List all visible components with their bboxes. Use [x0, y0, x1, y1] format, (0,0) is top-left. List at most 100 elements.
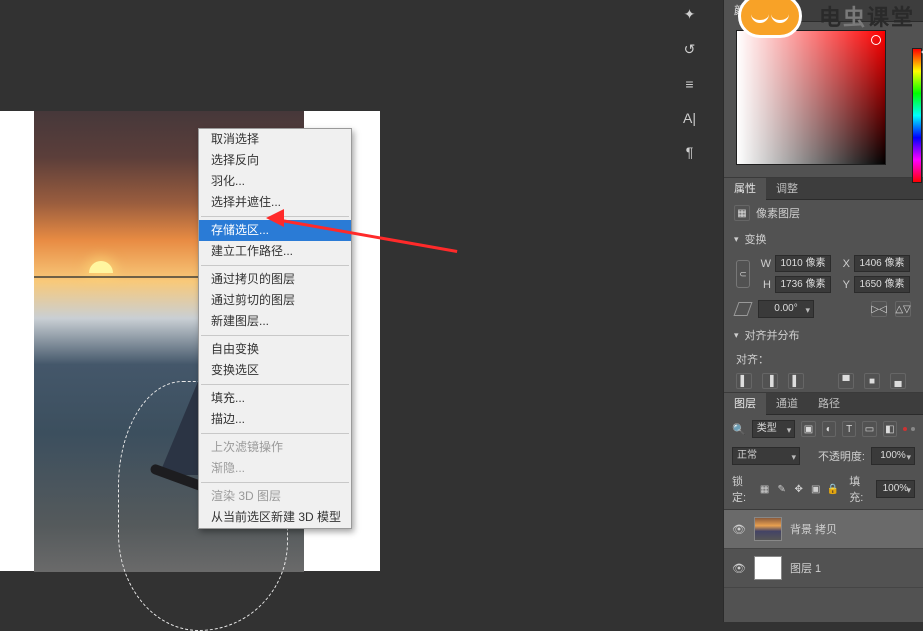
fill-label: 填充: — [849, 473, 871, 505]
menu-save-selection[interactable]: 存储选区... — [199, 220, 351, 241]
color-picker-field[interactable] — [736, 30, 886, 165]
filter-smart-icon[interactable]: ◧ — [883, 421, 897, 437]
pixel-layer-heading: ▦ 像素图层 — [724, 200, 923, 226]
h-label: H — [756, 279, 771, 291]
menu-new-layer[interactable]: 新建图层... — [199, 311, 351, 332]
lock-position-icon[interactable]: ✥ — [793, 482, 805, 496]
align-label: 对齐并分布 — [745, 327, 800, 343]
picker-cursor — [871, 35, 881, 45]
collapsed-panel-rail[interactable]: ✦ ↺ ≡ A| ¶ — [681, 0, 698, 140]
filter-text-icon[interactable]: T — [842, 421, 856, 437]
filter-shape-icon[interactable]: ▭ — [862, 421, 876, 437]
fill-input[interactable]: 100% — [876, 480, 915, 498]
blend-mode-select[interactable]: 正常 — [732, 447, 800, 465]
menu-deselect[interactable]: 取消选择 — [199, 129, 351, 150]
width-input[interactable]: 1010 像素 — [775, 255, 831, 272]
lock-all-icon[interactable]: 🔒 — [827, 482, 839, 496]
layer-thumbnail[interactable] — [754, 556, 782, 580]
lock-label: 锁定: — [732, 473, 754, 505]
chevron-down-icon: ▾ — [734, 234, 739, 245]
properties-panel-tabs: 属性 调整 — [724, 178, 923, 200]
chevron-down-icon: ▾ — [734, 330, 739, 341]
filter-adjust-icon[interactable]: ◐ — [822, 421, 836, 437]
filter-image-icon[interactable]: ▣ — [801, 421, 815, 437]
right-panels: 电虫课堂 颜色 板 属性 调整 ▦ 像素图层 ▾ 变换 ⊂ W 1010 像 — [723, 0, 923, 622]
angle-icon — [733, 302, 752, 316]
opacity-label: 不透明度: — [818, 448, 865, 464]
menu-render-3d: 渲染 3D 图层 — [199, 486, 351, 507]
transform-label: 变换 — [745, 231, 767, 247]
menu-feather[interactable]: 羽化... — [199, 171, 351, 192]
menu-layer-via-copy[interactable]: 通过拷贝的图层 — [199, 269, 351, 290]
layers-panel-tabs: 图层 通道 路径 — [724, 393, 923, 415]
menu-separator — [201, 482, 349, 483]
link-wh-icon[interactable]: ⊂ — [736, 260, 750, 288]
align-left-icon[interactable]: ▌ — [736, 373, 752, 389]
menu-layer-via-cut[interactable]: 通过剪切的图层 — [199, 290, 351, 311]
w-label: W — [756, 258, 771, 270]
text-icon[interactable]: A| — [683, 110, 696, 126]
flip-vertical-icon[interactable]: △▽ — [895, 301, 911, 317]
menu-separator — [201, 384, 349, 385]
history-icon[interactable]: ↺ — [684, 41, 696, 58]
menu-separator — [201, 433, 349, 434]
menu-inverse[interactable]: 选择反向 — [199, 150, 351, 171]
y-input[interactable]: 1650 像素 — [854, 276, 910, 293]
lock-pixels-icon[interactable]: ✎ — [776, 482, 788, 496]
align-top-icon[interactable]: ▀ — [838, 373, 854, 389]
layer-row-layer1[interactable]: 👁 图层 1 — [724, 549, 923, 588]
align-vcenter-icon[interactable]: ■ — [864, 373, 880, 389]
angle-input[interactable]: 0.00° — [758, 300, 814, 318]
hue-slider[interactable] — [912, 48, 922, 183]
layer-name[interactable]: 图层 1 — [790, 560, 821, 576]
lock-transparent-icon[interactable]: ▦ — [759, 482, 771, 496]
height-input[interactable]: 1736 像素 — [775, 276, 831, 293]
pixel-layer-label: 像素图层 — [756, 205, 800, 221]
pixel-layer-icon: ▦ — [734, 205, 750, 221]
paragraph-icon[interactable]: ¶ — [686, 144, 694, 160]
align-bottom-icon[interactable]: ▄ — [890, 373, 906, 389]
menu-transform-selection[interactable]: 变换选区 — [199, 360, 351, 381]
canvas-area[interactable]: 取消选择 选择反向 羽化... 选择并遮住... 存储选区... 建立工作路径.… — [0, 0, 681, 622]
layer-filter-type[interactable]: 类型 — [752, 420, 796, 438]
visibility-eye-icon[interactable]: 👁 — [732, 562, 746, 575]
menu-fill[interactable]: 填充... — [199, 388, 351, 409]
menu-new-3d-from-selection[interactable]: 从当前选区新建 3D 模型 — [199, 507, 351, 528]
search-icon[interactable]: 🔍 — [732, 423, 746, 436]
menu-stroke[interactable]: 描边... — [199, 409, 351, 430]
tab-adjustments[interactable]: 调整 — [766, 178, 808, 200]
brush-preset-icon[interactable]: ✦ — [684, 6, 696, 23]
align-right-icon[interactable]: ▌ — [788, 373, 804, 389]
menu-make-work-path[interactable]: 建立工作路径... — [199, 241, 351, 262]
filter-toggle[interactable] — [903, 427, 915, 431]
transform-section[interactable]: ▾ 变换 — [724, 226, 923, 252]
tab-paths[interactable]: 路径 — [808, 393, 850, 415]
menu-free-transform[interactable]: 自由变换 — [199, 339, 351, 360]
visibility-eye-icon[interactable]: 👁 — [732, 523, 746, 536]
menu-fade: 渐隐... — [199, 458, 351, 479]
sun-glow — [89, 261, 113, 273]
x-input[interactable]: 1406 像素 — [854, 255, 910, 272]
tab-layers[interactable]: 图层 — [724, 393, 766, 415]
watermark-avatar — [738, 0, 808, 42]
layer-thumbnail[interactable] — [754, 517, 782, 541]
context-menu[interactable]: 取消选择 选择反向 羽化... 选择并遮住... 存储选区... 建立工作路径.… — [198, 128, 352, 529]
menu-last-filter: 上次滤镜操作 — [199, 437, 351, 458]
menu-separator — [201, 216, 349, 217]
align-sub-label: 对齐： — [736, 351, 769, 367]
menu-select-and-mask[interactable]: 选择并遮住... — [199, 192, 351, 213]
align-section[interactable]: ▾ 对齐并分布 — [724, 322, 923, 348]
layer-name[interactable]: 背景 拷贝 — [790, 521, 837, 537]
tab-channels[interactable]: 通道 — [766, 393, 808, 415]
x-label: X — [835, 258, 850, 270]
flip-horizontal-icon[interactable]: ▷◁ — [871, 301, 887, 317]
menu-separator — [201, 265, 349, 266]
layer-row-bg-copy[interactable]: 👁 背景 拷贝 — [724, 510, 923, 549]
tab-properties[interactable]: 属性 — [724, 178, 766, 200]
lock-artboard-icon[interactable]: ▣ — [810, 482, 822, 496]
ruler-icon[interactable]: ≡ — [685, 76, 693, 92]
y-label: Y — [835, 279, 850, 291]
opacity-input[interactable]: 100% — [871, 447, 915, 465]
align-hcenter-icon[interactable]: ▐ — [762, 373, 778, 389]
menu-separator — [201, 335, 349, 336]
